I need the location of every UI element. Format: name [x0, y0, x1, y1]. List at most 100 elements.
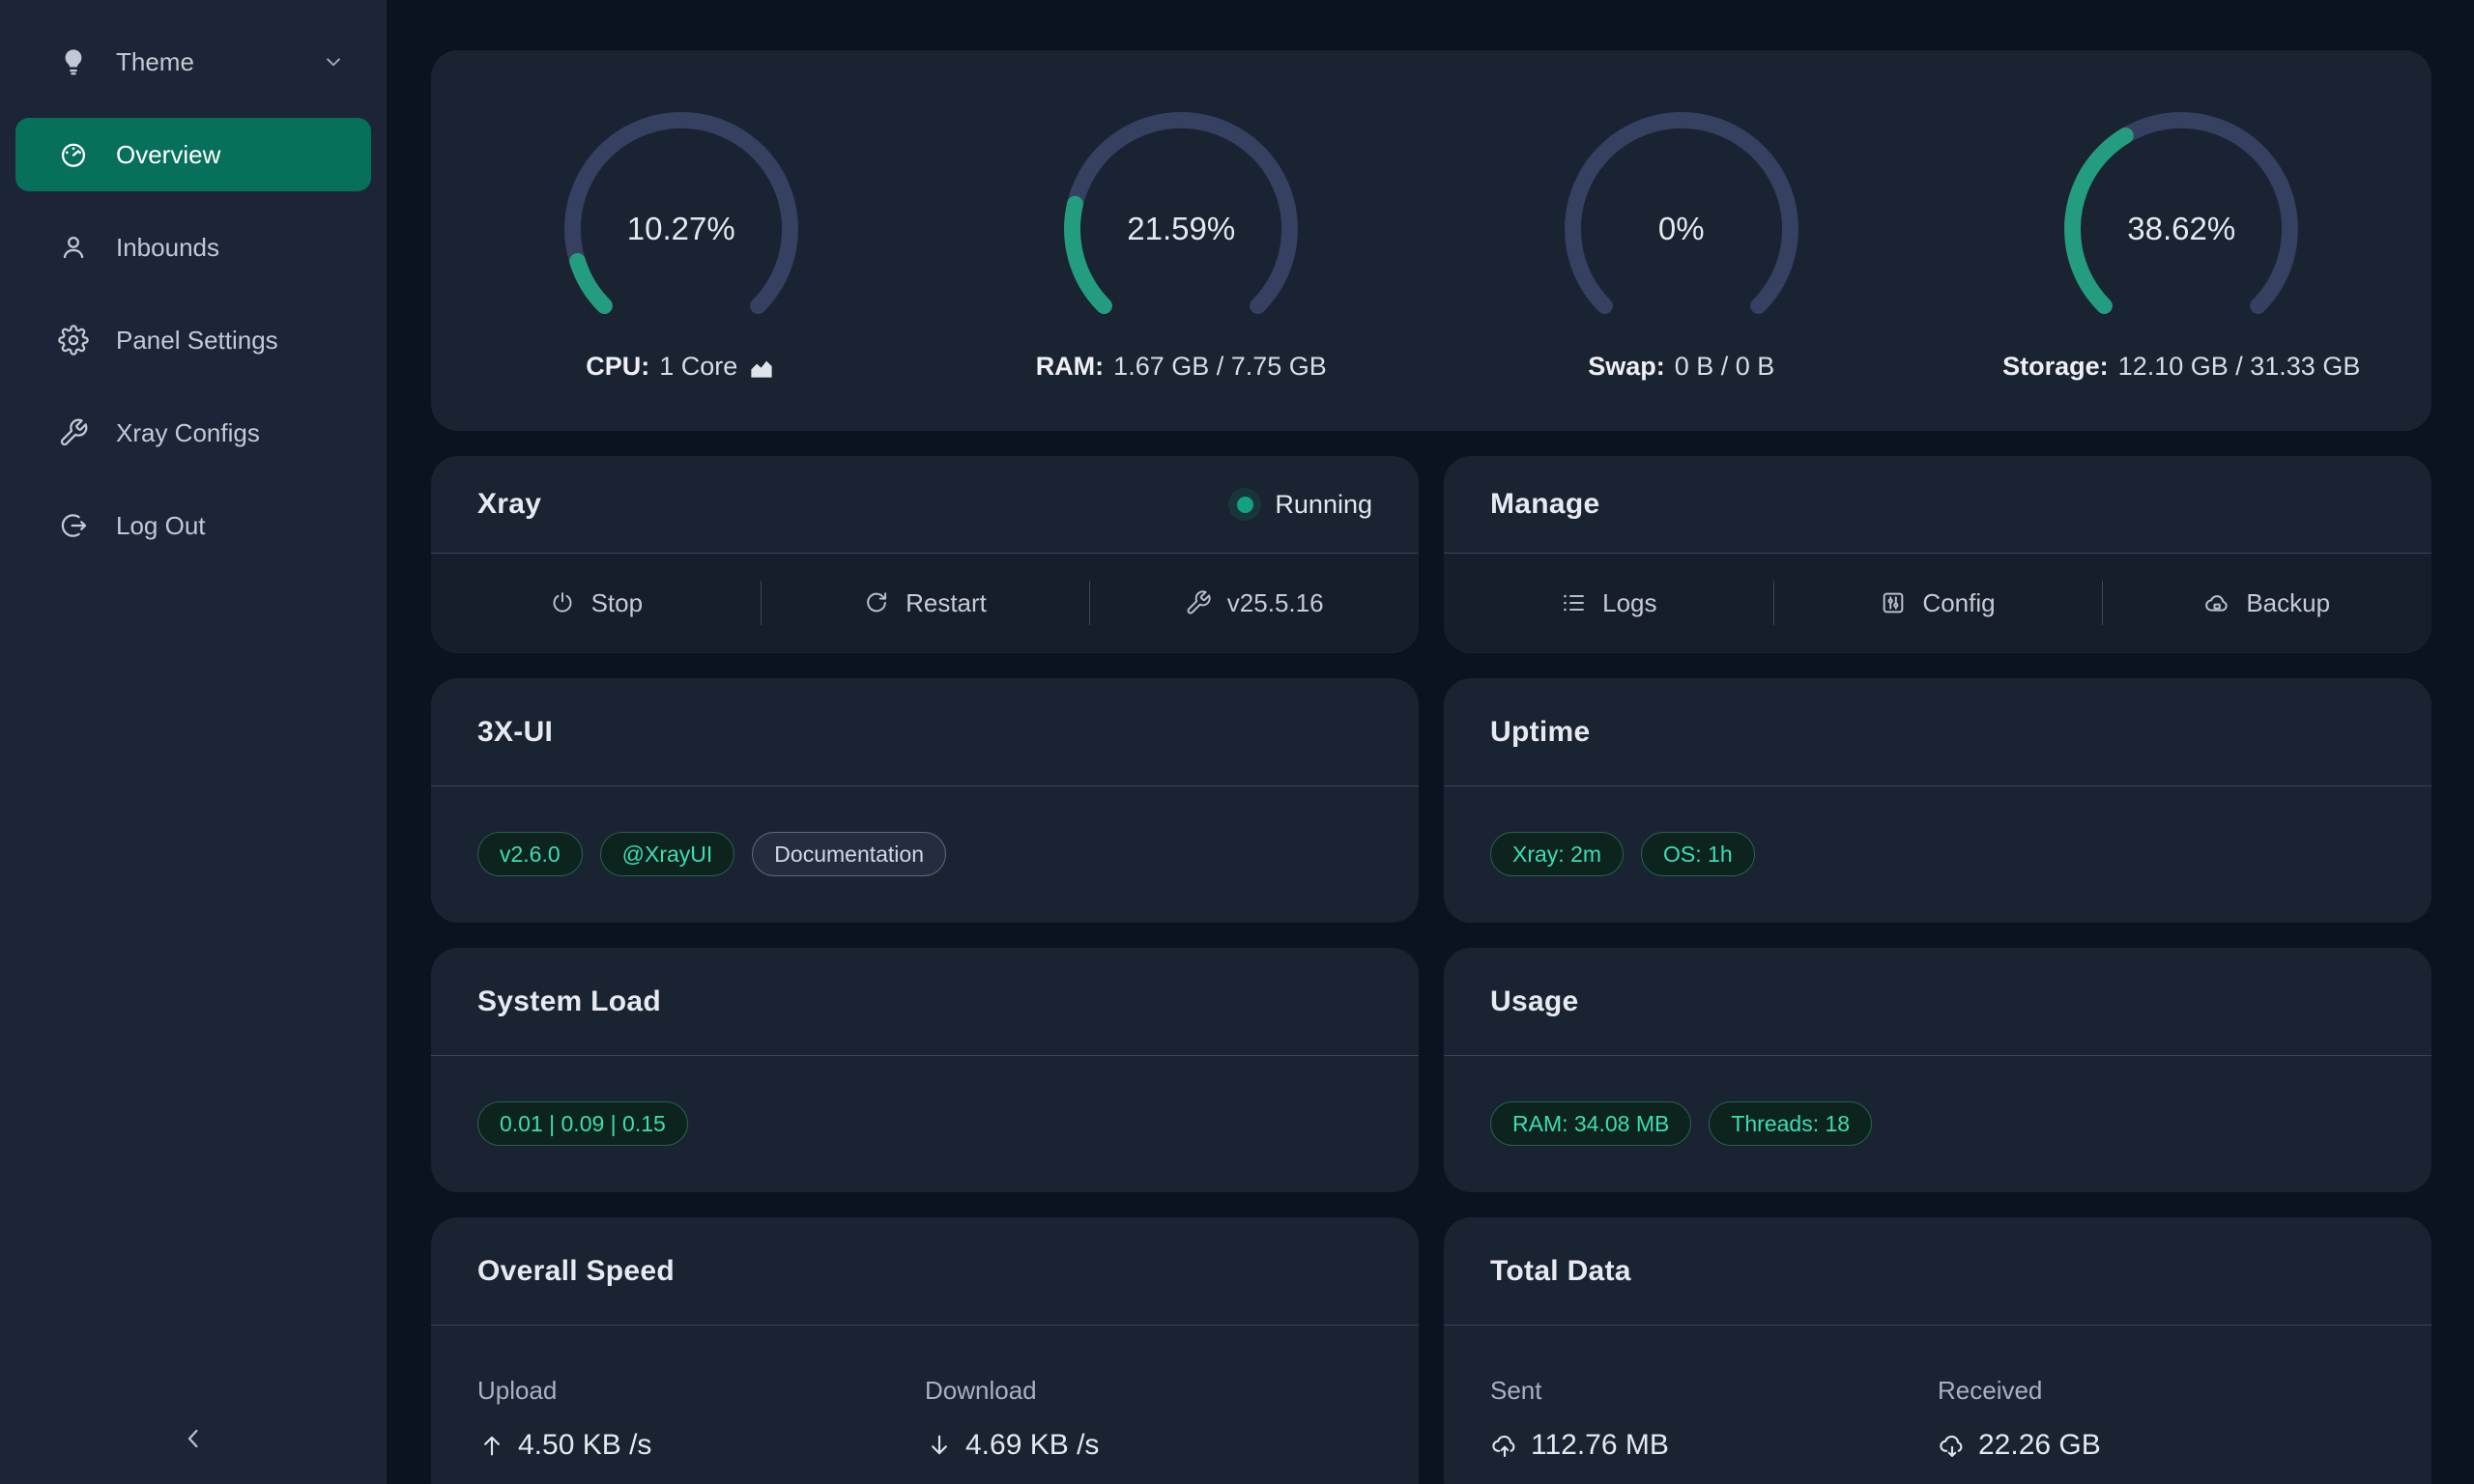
download-label: Download [925, 1376, 1372, 1406]
sidebar-item-inbounds[interactable]: Inbounds [15, 211, 371, 284]
total-data-card: Total Data Sent 112.76 MB Received [1444, 1217, 2431, 1484]
status-dot-ring [1228, 488, 1261, 521]
chevron-left-icon [178, 1423, 209, 1457]
logs-button[interactable]: Logs [1444, 554, 1773, 652]
manage-card: Manage Logs Config [1444, 456, 2431, 653]
xray-uptime-tag: Xray: 2m [1490, 832, 1624, 877]
load-average-tag: 0.01 | 0.09 | 0.15 [477, 1101, 688, 1147]
sent-label: Sent [1490, 1376, 1938, 1406]
os-uptime-tag: OS: 1h [1641, 832, 1755, 877]
wrench-icon [58, 417, 89, 448]
xray-version-label: v25.5.16 [1227, 588, 1324, 618]
download-value: 4.69 KB /s [965, 1429, 1099, 1462]
main-content: 10.27% CPU: 1 Core [387, 0, 2474, 1484]
usage-card: Usage RAM: 34.08 MB Threads: 18 [1444, 948, 2431, 1192]
sidebar-item-panel-settings[interactable]: Panel Settings [15, 303, 371, 377]
storage-percent: 38.62% [2051, 99, 2312, 359]
restart-button-label: Restart [906, 588, 987, 618]
received-value: 22.26 GB [1978, 1429, 2101, 1462]
sidebar-item-theme[interactable]: Theme [15, 25, 371, 99]
swap-percent: 0% [1551, 99, 1812, 359]
sidebar-item-label: Panel Settings [116, 326, 278, 356]
swap-gauge: 0% Swap: 0 B / 0 B [1431, 50, 1932, 431]
logout-icon [58, 510, 89, 541]
chevron-down-icon [321, 49, 346, 74]
manage-card-title: Manage [1490, 488, 1600, 521]
uptime-card-title: Uptime [1490, 716, 1590, 749]
cloud-download-icon [1938, 1431, 1967, 1460]
stop-button-label: Stop [591, 588, 644, 618]
sent-stat: Sent 112.76 MB [1490, 1376, 1938, 1462]
logs-button-label: Logs [1602, 588, 1656, 618]
restart-button[interactable]: Restart [761, 554, 1090, 652]
speed-stats: Upload 4.50 KB /s Download [431, 1326, 1419, 1462]
upload-label: Upload [477, 1376, 925, 1406]
sidebar-item-log-out[interactable]: Log Out [15, 489, 371, 562]
uptime-tags: Xray: 2m OS: 1h [1444, 786, 2431, 922]
storage-gauge: 38.62% Storage: 12.10 GB / 31.33 GB [1932, 50, 2432, 431]
gear-icon [58, 325, 89, 356]
overall-speed-title: Overall Speed [477, 1255, 675, 1288]
arrow-down-icon [925, 1431, 954, 1460]
total-data-stats: Sent 112.76 MB Received [1444, 1326, 2431, 1462]
user-icon [58, 232, 89, 263]
cpu-percent: 10.27% [551, 99, 812, 359]
cpu-gauge: 10.27% CPU: 1 Core [431, 50, 932, 431]
uptime-card: Uptime Xray: 2m OS: 1h [1444, 678, 2431, 923]
documentation-tag[interactable]: Documentation [752, 832, 946, 877]
xray-actions: Stop Restart v25.5.16 [431, 554, 1419, 652]
stop-button[interactable]: Stop [431, 554, 761, 652]
restart-icon [863, 589, 890, 616]
sidebar: Theme Overview Inbounds [0, 0, 387, 1484]
download-stat: Download 4.69 KB /s [925, 1376, 1372, 1462]
sidebar-item-label: Inbounds [116, 233, 219, 263]
upload-stat: Upload 4.50 KB /s [477, 1376, 925, 1462]
arrow-up-icon [477, 1431, 506, 1460]
received-stat: Received 22.26 GB [1938, 1376, 2385, 1462]
sent-value: 112.76 MB [1531, 1429, 1669, 1462]
sidebar-item-label: Log Out [116, 511, 206, 541]
sidebar-item-xray-configs[interactable]: Xray Configs [15, 396, 371, 470]
threads-tag: Threads: 18 [1709, 1101, 1872, 1147]
sidebar-item-label: Theme [116, 47, 194, 77]
config-button[interactable]: Config [1773, 554, 2103, 652]
sidebar-nav: Theme Overview Inbounds [0, 0, 387, 562]
system-load-card: System Load 0.01 | 0.09 | 0.15 [431, 948, 1419, 1192]
sidebar-item-label: Overview [116, 140, 220, 170]
config-button-label: Config [1922, 588, 1995, 618]
xrayui-tag[interactable]: @XrayUI [600, 832, 735, 877]
usage-tags: RAM: 34.08 MB Threads: 18 [1444, 1056, 2431, 1191]
list-icon [1560, 589, 1587, 616]
backup-button[interactable]: Backup [2102, 554, 2431, 652]
ram-usage-tag: RAM: 34.08 MB [1490, 1101, 1691, 1147]
speedometer-icon [58, 139, 89, 170]
manage-actions: Logs Config Backup [1444, 554, 2431, 652]
power-icon [549, 589, 576, 616]
xray-card-title: Xray [477, 488, 541, 521]
usage-title: Usage [1490, 985, 1579, 1018]
xray-status-badge: Running [1228, 488, 1372, 521]
ram-gauge: 21.59% RAM: 1.67 GB / 7.75 GB [932, 50, 1432, 431]
wrench-icon [1185, 589, 1212, 616]
cloud-backup-icon [2203, 589, 2230, 616]
status-dot [1237, 497, 1253, 513]
system-load-title: System Load [477, 985, 661, 1018]
sidebar-collapse-button[interactable] [0, 1413, 387, 1467]
overall-speed-card: Overall Speed Upload 4.50 KB /s Downlo [431, 1217, 1419, 1484]
total-data-title: Total Data [1490, 1255, 1631, 1288]
version-tag[interactable]: v2.6.0 [477, 832, 583, 877]
lightbulb-icon [58, 46, 89, 77]
system-load-tags: 0.01 | 0.09 | 0.15 [431, 1056, 1419, 1191]
sidebar-item-label: Xray Configs [116, 418, 260, 448]
sliders-icon [1880, 589, 1907, 616]
sidebar-item-overview[interactable]: Overview [15, 118, 371, 191]
xray-card: Xray Running Stop [431, 456, 1419, 653]
xui-card: 3X-UI v2.6.0 @XrayUI Documentation [431, 678, 1419, 923]
backup-button-label: Backup [2246, 588, 2330, 618]
xray-version-button[interactable]: v25.5.16 [1089, 554, 1419, 652]
xui-tags: v2.6.0 @XrayUI Documentation [431, 786, 1419, 922]
upload-value: 4.50 KB /s [518, 1429, 651, 1462]
received-label: Received [1938, 1376, 2385, 1406]
app-root: Theme Overview Inbounds [0, 0, 2474, 1484]
xui-card-title: 3X-UI [477, 716, 553, 749]
